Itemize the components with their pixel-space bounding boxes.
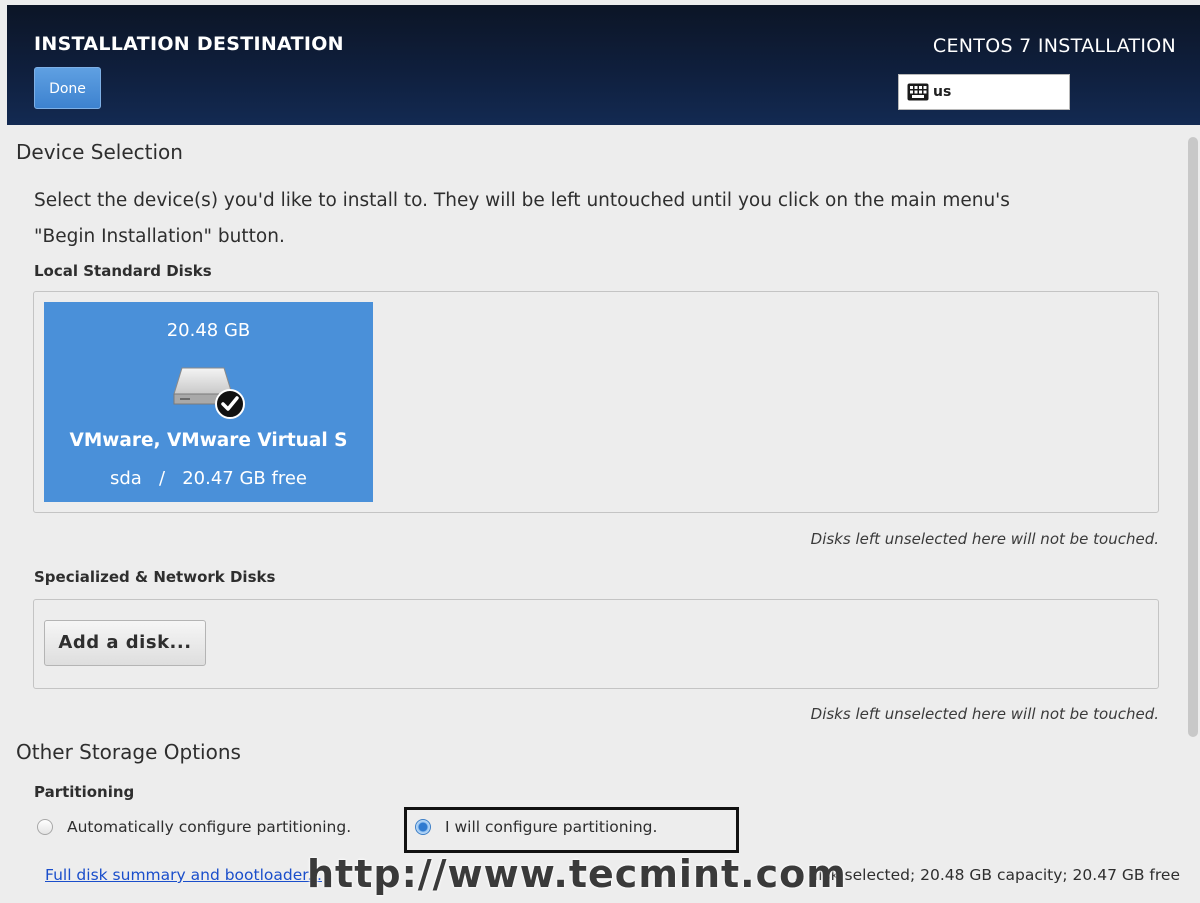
description-line-2: "Begin Installation" button. bbox=[34, 226, 285, 247]
description-line-1: Select the device(s) you'd like to insta… bbox=[34, 190, 1010, 211]
page-title: INSTALLATION DESTINATION bbox=[34, 33, 344, 55]
device-selection-description: Select the device(s) you'd like to insta… bbox=[34, 183, 1164, 255]
full-disk-summary-link[interactable]: Full disk summary and bootloader... bbox=[45, 866, 322, 884]
auto-partitioning-option[interactable]: Automatically configure partitioning. bbox=[37, 815, 351, 839]
local-disks-panel: 20.48 GB VMware, VMware Virtual S sda / … bbox=[33, 291, 1159, 513]
disk-size: 20.48 GB bbox=[166, 320, 251, 341]
keyboard-layout-label: us bbox=[933, 84, 952, 100]
add-disk-button[interactable]: Add a disk... bbox=[44, 620, 206, 666]
disk-free-space: sda / 20.47 GB free bbox=[110, 468, 307, 489]
disk-name: VMware, VMware Virtual S bbox=[69, 430, 348, 451]
product-title: CENTOS 7 INSTALLATION bbox=[932, 35, 1176, 57]
other-storage-title: Other Storage Options bbox=[16, 740, 241, 764]
watermark: http://www.tecmint.com bbox=[307, 852, 847, 896]
local-disks-label: Local Standard Disks bbox=[34, 262, 212, 280]
auto-partitioning-label: Automatically configure partitioning. bbox=[67, 818, 352, 836]
done-button[interactable]: Done bbox=[34, 67, 101, 109]
keyboard-icon bbox=[907, 83, 929, 101]
device-selection-title: Device Selection bbox=[16, 140, 183, 164]
network-disks-hint: Disks left unselected here will not be t… bbox=[810, 705, 1159, 723]
network-disks-label: Specialized & Network Disks bbox=[34, 568, 276, 586]
local-disks-hint: Disks left unselected here will not be t… bbox=[810, 530, 1159, 548]
keyboard-layout-indicator[interactable]: us bbox=[898, 74, 1070, 110]
partitioning-label: Partitioning bbox=[34, 783, 135, 801]
network-disks-panel: Add a disk... bbox=[33, 599, 1159, 689]
hard-disk-checked-icon bbox=[173, 367, 245, 419]
auto-partitioning-radio[interactable] bbox=[37, 819, 53, 835]
annotation-highlight-box bbox=[404, 807, 739, 853]
disk-card-sda[interactable]: 20.48 GB VMware, VMware Virtual S sda / … bbox=[44, 302, 373, 502]
scrollbar[interactable] bbox=[1188, 137, 1198, 737]
header-bar: INSTALLATION DESTINATION Done CENTOS 7 I… bbox=[7, 5, 1200, 125]
main-content: Device Selection Select the device(s) yo… bbox=[7, 125, 1187, 903]
